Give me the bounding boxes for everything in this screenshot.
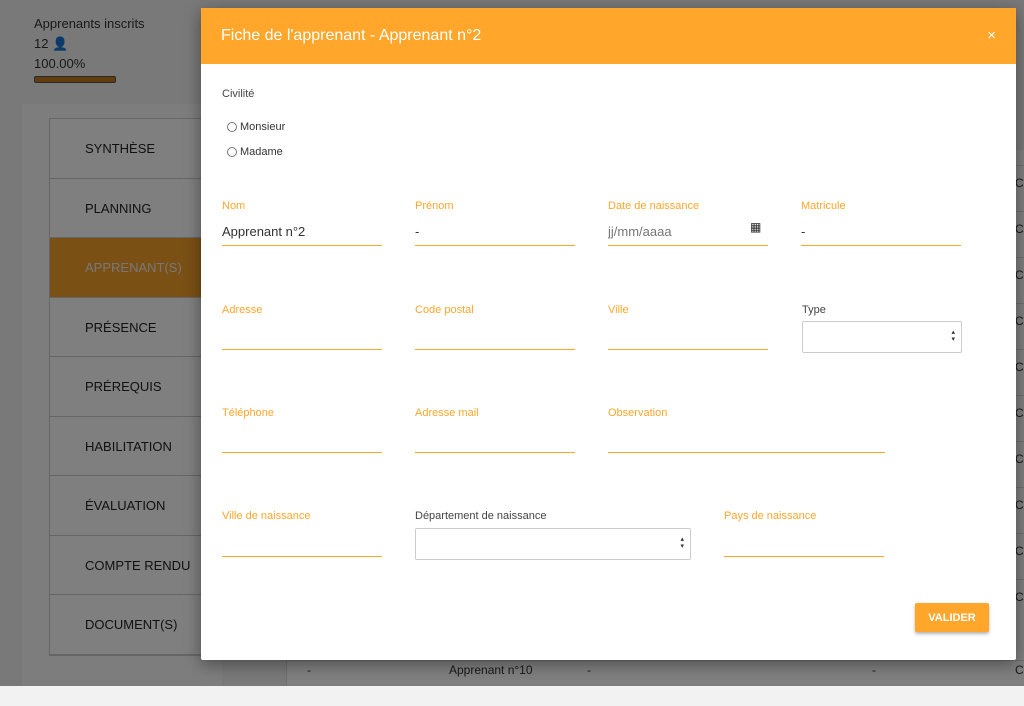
radio-monsieur[interactable]: Monsieur [227, 121, 285, 133]
calendar-icon[interactable]: ▦ [750, 220, 761, 234]
close-icon[interactable]: × [987, 8, 996, 64]
telephone-input[interactable] [222, 425, 382, 453]
modal-header: Fiche de l'apprenant - Apprenant n°2 × [201, 8, 1016, 64]
pays-label: Pays de naissance [724, 510, 817, 522]
observation-input[interactable] [608, 425, 885, 453]
type-label: Type [802, 304, 826, 316]
departement-label: Département de naissance [415, 510, 547, 522]
ville-naissance-input[interactable] [222, 529, 382, 557]
type-select[interactable] [802, 321, 962, 353]
date-label: Date de naissance [608, 200, 700, 212]
pays-naissance-input[interactable] [724, 529, 884, 557]
email-input[interactable] [415, 425, 575, 453]
cp-label: Code postal [415, 304, 474, 316]
prenom-label: Prénom [415, 200, 454, 212]
date-input[interactable] [608, 218, 768, 246]
radio-madame[interactable]: Madame [227, 146, 283, 158]
departement-select[interactable] [415, 528, 691, 560]
tel-label: Téléphone [222, 407, 274, 419]
modal-title: Fiche de l'apprenant - Apprenant n°2 [221, 27, 482, 44]
radio-icon[interactable] [227, 147, 237, 157]
nom-input[interactable] [222, 218, 382, 246]
matricule-input[interactable] [801, 218, 961, 246]
adresse-input[interactable] [222, 322, 382, 350]
radio-icon[interactable] [227, 122, 237, 132]
ville-input[interactable] [608, 322, 768, 350]
nom-label: Nom [222, 200, 246, 212]
code-postal-input[interactable] [415, 322, 575, 350]
prenom-input[interactable] [415, 218, 575, 246]
observation-label: Observation [608, 407, 668, 419]
civilite-label: Civilité [222, 88, 255, 100]
ville-label: Ville [608, 304, 629, 316]
mail-label: Adresse mail [415, 407, 479, 419]
matricule-label: Matricule [801, 200, 846, 212]
learner-modal: Fiche de l'apprenant - Apprenant n°2 × C… [201, 8, 1016, 660]
ville-naissance-label: Ville de naissance [222, 510, 311, 522]
valider-button[interactable]: VALIDER [915, 603, 989, 632]
adresse-label: Adresse [222, 304, 263, 316]
